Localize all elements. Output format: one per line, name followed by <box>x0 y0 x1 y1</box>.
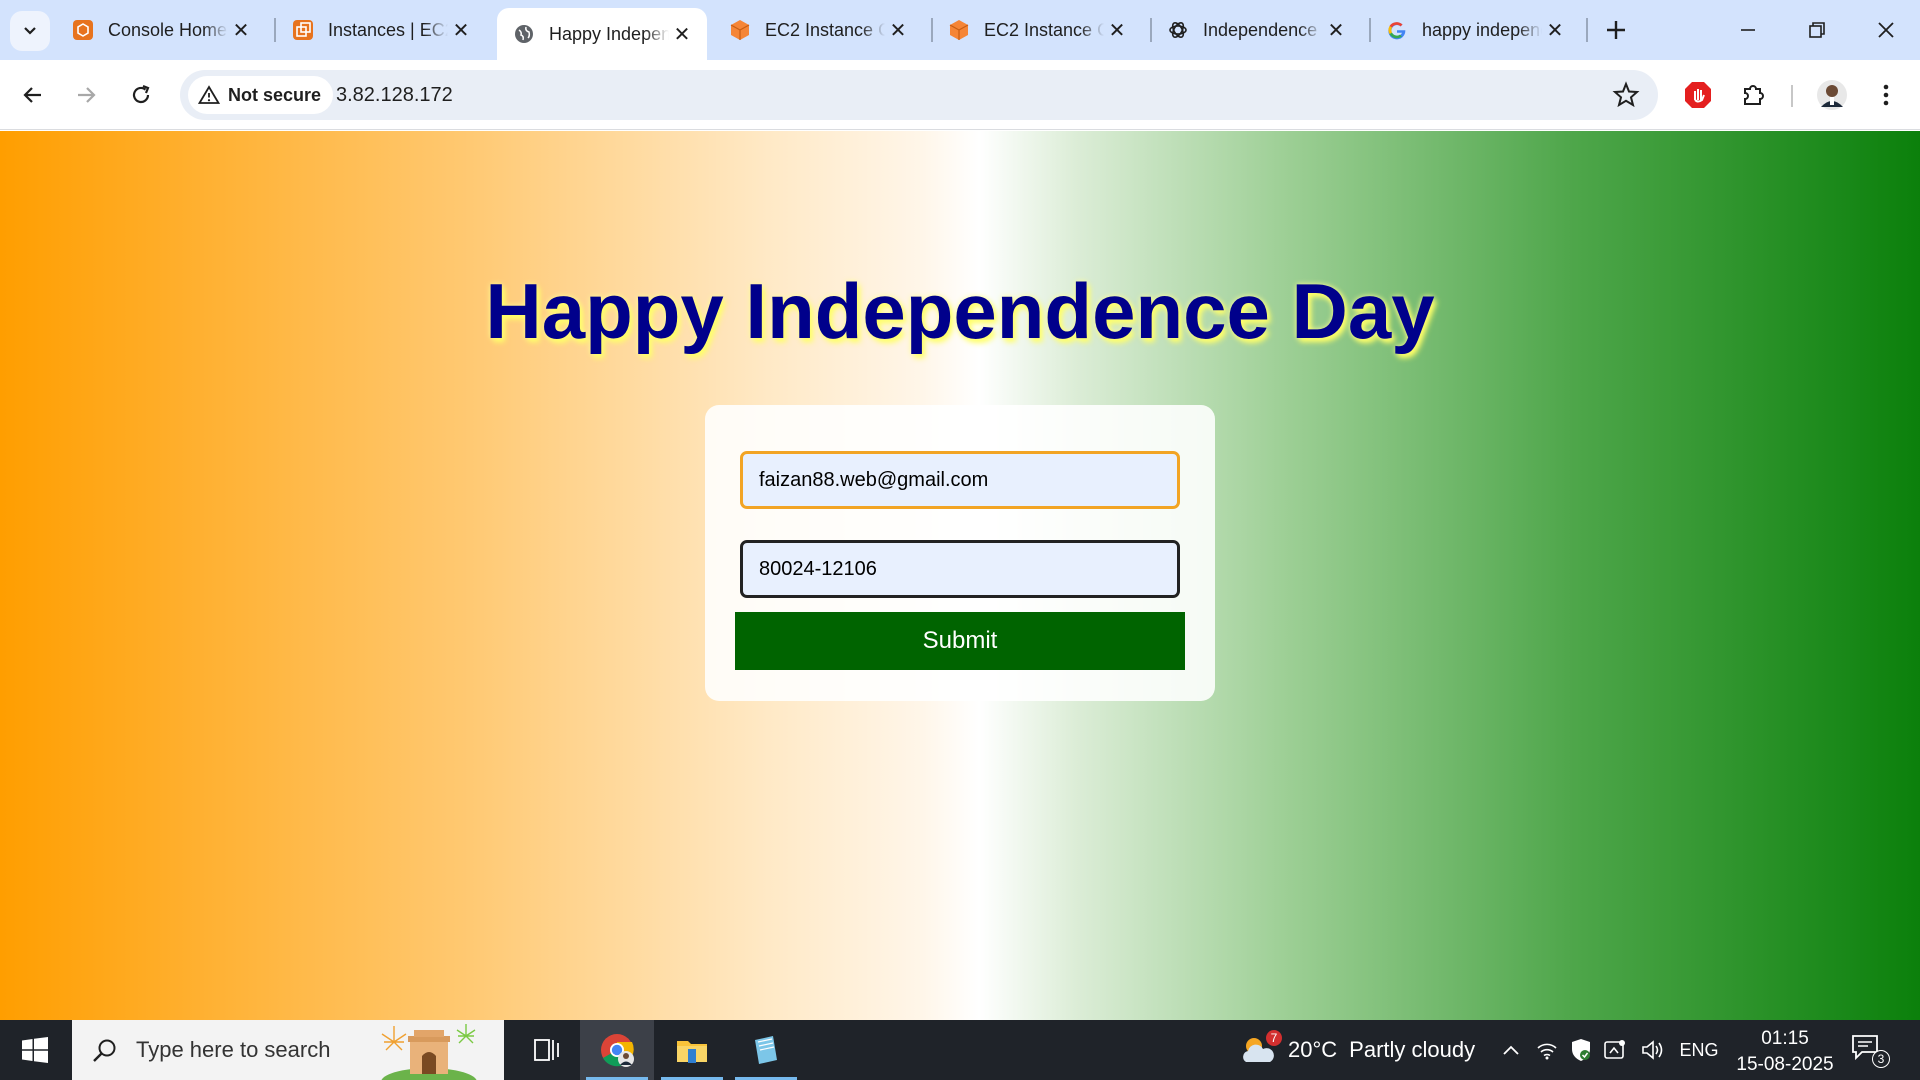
minimize-icon <box>1741 29 1755 31</box>
reload-icon <box>132 84 150 104</box>
url-text[interactable]: 3.82.128.172 <box>336 84 453 107</box>
tab-title: Instances | EC2 <box>328 19 448 40</box>
tab-title: Happy Independence Day <box>549 23 669 44</box>
taskbar-search[interactable]: Type here to search <box>72 1020 504 1080</box>
close-icon[interactable]: ✕ <box>885 17 911 43</box>
tab-title: Console Home <box>108 19 228 40</box>
network-status[interactable] <box>1532 1020 1562 1080</box>
address-bar[interactable]: Not secure 3.82.128.172 <box>180 70 1658 120</box>
language-indicator[interactable]: ENG <box>1676 1020 1722 1080</box>
tab-title: Independence Day <box>1203 19 1323 40</box>
aws-cube-icon <box>729 19 751 41</box>
restore-button[interactable] <box>1782 0 1852 60</box>
form-card: Submit <box>705 405 1215 701</box>
weather-badge: 7 <box>1266 1030 1282 1046</box>
page-viewport: Happy Independence Day Submit <box>0 131 1920 1020</box>
taskbar-chrome[interactable] <box>580 1020 654 1080</box>
profile-avatar[interactable] <box>1814 77 1850 113</box>
tab-search-button[interactable] <box>10 11 50 51</box>
volume-control[interactable] <box>1638 1020 1668 1080</box>
minimize-button[interactable] <box>1713 0 1783 60</box>
star-icon[interactable] <box>1612 81 1640 109</box>
plus-icon <box>1607 21 1625 39</box>
tab-title: happy independence day <box>1422 19 1542 40</box>
tab-console-home[interactable]: Console Home ✕ <box>56 8 266 52</box>
tab-ec2-instance-connect-2[interactable]: EC2 Instance Connect ✕ <box>932 8 1142 52</box>
taskbar-notepad[interactable] <box>729 1020 803 1080</box>
tab-separator <box>1586 18 1588 42</box>
folder-icon <box>677 1041 707 1063</box>
close-icon[interactable]: ✕ <box>1104 17 1130 43</box>
search-icon <box>93 1039 116 1062</box>
weather-desc: Partly cloudy <box>1349 1037 1476 1062</box>
chevron-up-icon <box>1503 1045 1519 1055</box>
india-gate-illustration <box>381 1024 477 1080</box>
close-icon[interactable]: ✕ <box>1542 17 1568 43</box>
windows-taskbar: Type here to search 7 20°C Partly cloudy <box>0 1020 1920 1080</box>
notepad-icon <box>755 1036 777 1064</box>
shield-icon <box>1572 1039 1590 1061</box>
tray-overflow-button[interactable] <box>1496 1020 1526 1080</box>
phone-input[interactable] <box>740 540 1180 598</box>
toolbar-divider <box>1791 85 1793 107</box>
tab-title: EC2 Instance Connect <box>984 19 1104 40</box>
tab-independence-day[interactable]: Independence Day ✕ <box>1151 8 1361 52</box>
submit-button[interactable]: Submit <box>735 612 1185 670</box>
search-placeholder: Type here to search <box>136 1037 331 1062</box>
aws-cube-icon <box>948 19 970 41</box>
security-label: Not secure <box>228 84 322 105</box>
security-chip[interactable]: Not secure <box>188 76 334 114</box>
browser-toolbar: Not secure 3.82.128.172 <box>0 60 1920 130</box>
forward-button[interactable] <box>66 75 106 115</box>
speaker-icon <box>1642 1040 1663 1060</box>
security-status[interactable] <box>1566 1020 1596 1080</box>
kebab-menu-icon[interactable] <box>1868 77 1904 113</box>
new-tab-button[interactable] <box>1598 12 1634 48</box>
tab-happy-independence[interactable]: Happy Independence Day ✕ <box>497 8 707 60</box>
clock-time: 01:15 <box>1761 1028 1809 1049</box>
globe-icon <box>513 23 535 45</box>
arrow-left-icon <box>23 87 41 103</box>
weather-temp: 20°C <box>1288 1037 1338 1062</box>
email-input[interactable] <box>740 451 1180 509</box>
restore-icon <box>1809 22 1825 38</box>
device-icon <box>1604 1040 1625 1059</box>
arrow-right-icon <box>78 87 96 103</box>
back-button[interactable] <box>13 75 53 115</box>
close-icon <box>1878 22 1894 38</box>
aws-ec2-icon <box>292 19 314 41</box>
task-view-icon <box>534 1039 559 1061</box>
chatgpt-icon <box>1167 19 1189 41</box>
clock[interactable]: 01:15 15-08-2025 <box>1730 1026 1840 1078</box>
notification-count: 3 <box>1872 1050 1890 1068</box>
close-icon[interactable]: ✕ <box>1323 17 1349 43</box>
weather-widget[interactable]: 7 20°C Partly cloudy <box>1238 1020 1475 1080</box>
clock-date: 15-08-2025 <box>1736 1054 1834 1075</box>
tab-title: EC2 Instance Connect <box>765 19 885 40</box>
aws-console-icon <box>72 19 94 41</box>
page-heading: Happy Independence Day <box>485 267 1435 355</box>
chevron-down-icon <box>24 27 36 35</box>
tab-strip: Console Home ✕ Instances | EC2 ✕ Happy I… <box>0 0 1920 60</box>
wifi-icon <box>1537 1043 1557 1060</box>
tab-google-search[interactable]: happy independence day ✕ <box>1370 8 1580 52</box>
google-icon <box>1386 19 1408 41</box>
start-button[interactable] <box>0 1020 70 1080</box>
close-window-button[interactable] <box>1851 0 1920 60</box>
task-view-button[interactable] <box>510 1020 584 1080</box>
extension-adblock-icon[interactable] <box>1680 77 1716 113</box>
tab-ec2-instance-connect-1[interactable]: EC2 Instance Connect ✕ <box>713 8 923 52</box>
close-icon[interactable]: ✕ <box>448 17 474 43</box>
tab-instances-ec2[interactable]: Instances | EC2 ✕ <box>276 8 486 52</box>
device-status[interactable] <box>1600 1020 1630 1080</box>
close-icon[interactable]: ✕ <box>669 21 695 47</box>
windows-logo-icon <box>22 1037 48 1063</box>
close-icon[interactable]: ✕ <box>228 17 254 43</box>
warning-icon <box>198 85 220 104</box>
chrome-icon <box>601 1034 634 1067</box>
reload-button[interactable] <box>121 75 161 115</box>
notification-center-button[interactable]: 3 <box>1850 1032 1890 1068</box>
taskbar-file-explorer[interactable] <box>655 1020 729 1080</box>
extensions-icon[interactable] <box>1736 77 1772 113</box>
